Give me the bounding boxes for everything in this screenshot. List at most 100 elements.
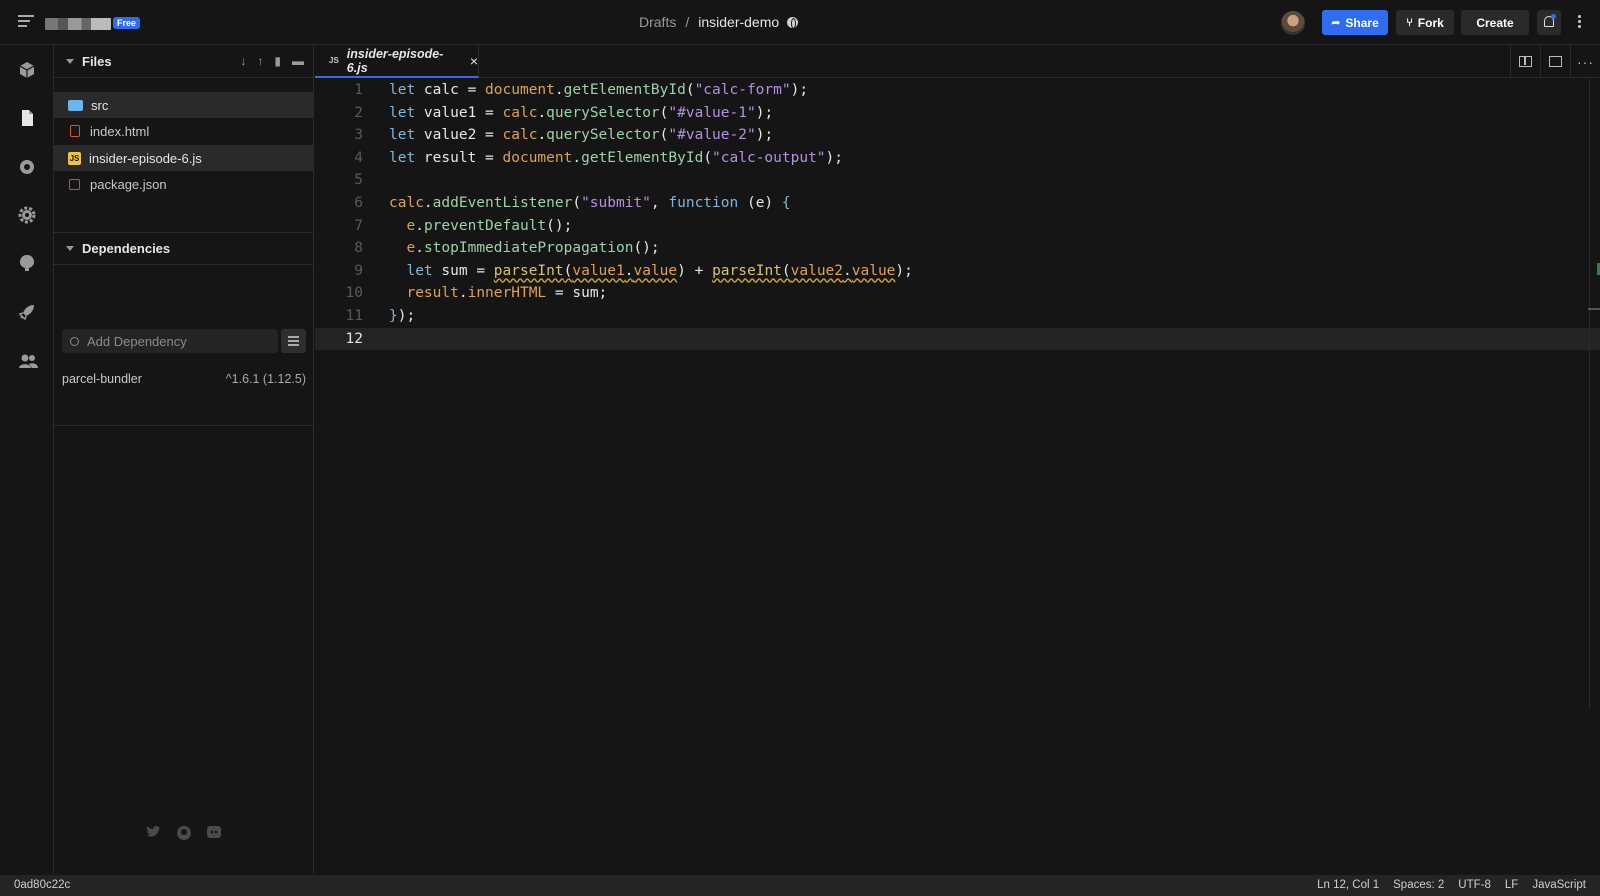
split-view-button[interactable]: [1510, 45, 1540, 78]
dependency-version: ^1.6.1 (1.12.5): [225, 372, 306, 386]
add-dependency-field[interactable]: [62, 329, 278, 353]
discord-icon[interactable]: [206, 825, 222, 839]
create-button[interactable]: Create: [1461, 10, 1529, 35]
more-menu-icon[interactable]: [1578, 15, 1582, 30]
open-preview-button[interactable]: [1540, 45, 1570, 78]
add-dependency-input[interactable]: [87, 333, 267, 349]
search-icon: [70, 336, 79, 346]
editor-more-button[interactable]: ···: [1570, 45, 1600, 78]
social-links: [146, 825, 222, 841]
encoding[interactable]: UTF-8: [1458, 879, 1491, 891]
line-number: 10: [345, 285, 363, 302]
fork-icon: ⑂: [1406, 16, 1413, 29]
code-line: 4 let result = document.getElementById("…: [315, 147, 1600, 170]
gear-icon[interactable]: [17, 205, 37, 225]
share-button-label: Share: [1345, 15, 1379, 30]
hamburger-menu-icon[interactable]: [18, 15, 34, 29]
js-file-icon: JS: [329, 56, 339, 65]
notifications-button[interactable]: [1537, 10, 1561, 35]
ellipsis-icon: ···: [1577, 53, 1594, 70]
dependencies-title: Dependencies: [82, 241, 171, 256]
folder-icon: [68, 99, 83, 111]
status-bar: 0ad80c22c Ln 12, Col 1 Spaces: 2 UTF-8 L…: [0, 875, 1600, 896]
file-item-label: insider-episode-6.js: [89, 150, 202, 166]
code-line: 8 e.stopImmediatePropagation();: [315, 237, 1600, 260]
file-icon[interactable]: [17, 108, 37, 128]
plan-badge: Free: [113, 17, 141, 29]
file-item-label: index.html: [90, 123, 150, 139]
files-title: Files: [82, 53, 112, 69]
close-icon[interactable]: ×: [470, 53, 478, 69]
code-line: 10 result.innerHTML = sum;: [315, 282, 1600, 305]
new-folder-icon[interactable]: ▬: [292, 54, 304, 68]
line-number: 8: [354, 240, 363, 257]
file-item-insider-episode-6-js[interactable]: JS insider-episode-6.js: [54, 145, 314, 171]
activity-bar: [0, 45, 54, 875]
github-icon[interactable]: [17, 253, 37, 273]
file-item-index-html[interactable]: index.html: [54, 118, 314, 144]
code-line: 3 let value2 = calc.querySelector("#valu…: [315, 124, 1600, 147]
twitter-icon[interactable]: [146, 825, 162, 839]
create-button-label: Create: [1476, 15, 1514, 30]
code-editor: JS insider-episode-6.js × ··· 1 let calc…: [315, 45, 1600, 875]
code-line-current: 12: [315, 327, 1600, 351]
file-item-package-json[interactable]: package.json: [54, 171, 314, 197]
download-icon[interactable]: ↓: [240, 54, 246, 68]
files-actions: ↓ ↑ ▮ ▬: [240, 54, 304, 68]
logo[interactable]: [45, 18, 111, 30]
line-number: 12: [345, 330, 363, 347]
editor-actions: ···: [1510, 45, 1600, 78]
editor-tab-bar: JS insider-episode-6.js × ···: [315, 45, 1600, 78]
indentation[interactable]: Spaces: 2: [1393, 879, 1444, 891]
dependency-item[interactable]: parcel-bundler ^1.6.1 (1.12.5): [62, 372, 306, 386]
line-number: 4: [354, 149, 363, 166]
js-file-icon: JS: [68, 151, 81, 165]
line-number: 9: [354, 262, 363, 279]
line-number: 7: [354, 217, 363, 234]
users-icon[interactable]: [17, 351, 38, 371]
tab-label: insider-episode-6.js: [346, 46, 444, 75]
share-arrow-icon: ➦: [1331, 17, 1341, 29]
line-ending[interactable]: LF: [1505, 879, 1518, 891]
avatar[interactable]: [1281, 11, 1305, 35]
code-line: 6 calc.addEventListener("submit", functi…: [315, 192, 1600, 215]
scrollbar[interactable]: [1589, 79, 1590, 709]
globe-icon[interactable]: [787, 16, 799, 29]
chevron-down-icon: [66, 58, 74, 64]
code-line: 2 let value1 = calc.querySelector("#valu…: [315, 102, 1600, 125]
fork-button[interactable]: ⑂ Fork: [1396, 10, 1454, 35]
tab-insider-episode-6-js[interactable]: JS insider-episode-6.js ×: [315, 45, 479, 78]
top-bar: Free Drafts / insider-demo ➦ Share ⑂ For…: [0, 0, 1600, 45]
breadcrumb: Drafts / insider-demo: [639, 14, 799, 30]
dependencies-section-header[interactable]: Dependencies: [54, 232, 314, 265]
code-line: 5: [315, 169, 1600, 192]
cube-icon[interactable]: [17, 60, 37, 80]
line-number: 1: [354, 82, 363, 98]
cursor-position[interactable]: Ln 12, Col 1: [1317, 879, 1379, 891]
breadcrumb-drafts-link[interactable]: Drafts: [639, 14, 676, 30]
language-mode[interactable]: JavaScript: [1532, 879, 1586, 891]
github-icon[interactable]: [176, 825, 192, 841]
dependency-name: parcel-bundler: [62, 372, 142, 386]
notification-dot: [1551, 14, 1556, 19]
status-right: Ln 12, Col 1 Spaces: 2 UTF-8 LF JavaScri…: [1317, 879, 1586, 891]
line-number: 2: [354, 104, 363, 121]
code-line: 7 e.preventDefault();: [315, 215, 1600, 238]
fork-button-label: Fork: [1417, 15, 1444, 30]
file-item-label: package.json: [90, 176, 167, 192]
upload-icon[interactable]: ↑: [257, 54, 263, 68]
commit-hash[interactable]: 0ad80c22c: [14, 879, 70, 891]
npm-file-icon: [69, 178, 80, 190]
file-item-src[interactable]: src: [54, 92, 314, 118]
project-name[interactable]: insider-demo: [698, 14, 779, 30]
line-number: 3: [354, 127, 363, 144]
files-section-header[interactable]: Files ↓ ↑ ▮ ▬: [54, 45, 314, 78]
new-file-icon[interactable]: ▮: [274, 54, 281, 68]
code-line: 9 let sum = parseInt(value1.value) + par…: [315, 260, 1600, 283]
split-view-icon: [1519, 56, 1532, 67]
dependency-list-button[interactable]: [281, 329, 306, 353]
line-number: 5: [354, 172, 363, 189]
search-icon[interactable]: [17, 157, 37, 177]
rocket-icon[interactable]: [17, 302, 37, 322]
share-button[interactable]: ➦ Share: [1322, 10, 1388, 35]
